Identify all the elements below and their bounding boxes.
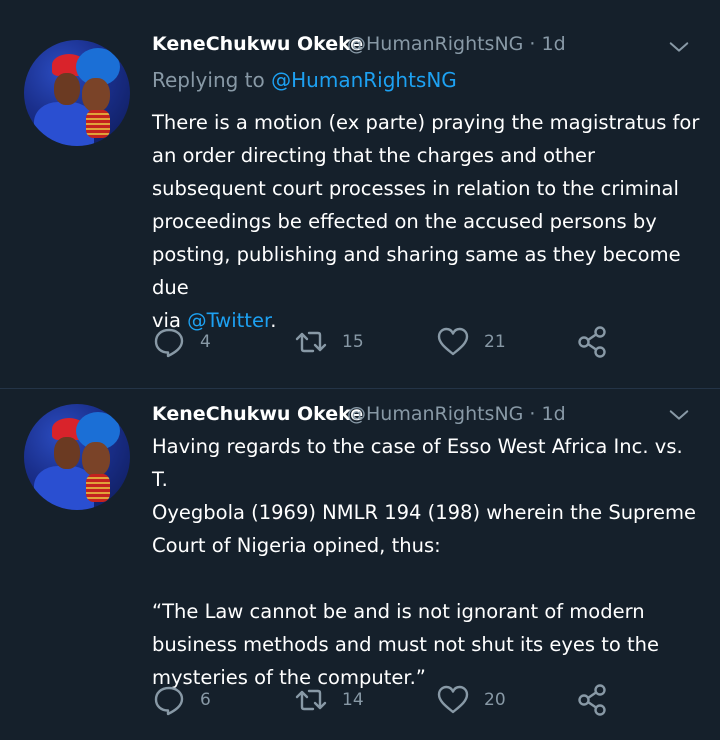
- replying-to: Replying to @HumanRightsNG: [152, 68, 457, 92]
- share-button[interactable]: [576, 322, 610, 362]
- author-name[interactable]: KeneChukwu Okeke: [152, 403, 363, 425]
- like-icon: [437, 685, 469, 714]
- retweet-count: 15: [342, 332, 364, 352]
- retweet-icon: [295, 689, 327, 711]
- chevron-down-icon[interactable]: [668, 404, 690, 426]
- tweet-actions: 6 14 20: [152, 680, 672, 720]
- reply-icon: [154, 328, 184, 358]
- tweet-text: There is a motion (ex parte) praying the…: [152, 111, 700, 332]
- retweet-button[interactable]: 14: [294, 680, 364, 720]
- tweet-actions: 4 15 21: [152, 322, 672, 362]
- share-button[interactable]: [576, 680, 610, 720]
- like-button[interactable]: 21: [436, 322, 506, 362]
- handle-timestamp[interactable]: @HumanRightsNG · 1d: [347, 33, 566, 55]
- reply-button[interactable]: 6: [152, 680, 211, 720]
- author-name[interactable]: KeneChukwu Okeke: [152, 33, 363, 55]
- like-button[interactable]: 20: [436, 680, 506, 720]
- like-icon: [437, 327, 469, 356]
- retweet-button[interactable]: 15: [294, 322, 364, 362]
- reply-count: 6: [200, 690, 211, 710]
- avatar[interactable]: [24, 40, 130, 146]
- reply-icon: [154, 686, 184, 716]
- like-count: 20: [484, 690, 506, 710]
- tweet-text: Having regards to the case of Esso West …: [152, 435, 697, 689]
- tweet[interactable]: KeneChukwu Okeke @HumanRightsNG · 1d Rep…: [0, 0, 720, 388]
- like-count: 21: [484, 332, 506, 352]
- replying-to-mention[interactable]: @HumanRightsNG: [271, 68, 457, 92]
- tweet[interactable]: KeneChukwu Okeke @HumanRightsNG · 1d Hav…: [0, 388, 720, 740]
- share-icon: [578, 684, 606, 716]
- reply-button[interactable]: 4: [152, 322, 211, 362]
- chevron-down-icon[interactable]: [668, 36, 690, 58]
- retweet-icon: [295, 331, 327, 353]
- handle-timestamp[interactable]: @HumanRightsNG · 1d: [347, 403, 566, 425]
- reply-count: 4: [200, 332, 211, 352]
- share-icon: [578, 326, 606, 358]
- retweet-count: 14: [342, 690, 364, 710]
- avatar[interactable]: [24, 404, 130, 510]
